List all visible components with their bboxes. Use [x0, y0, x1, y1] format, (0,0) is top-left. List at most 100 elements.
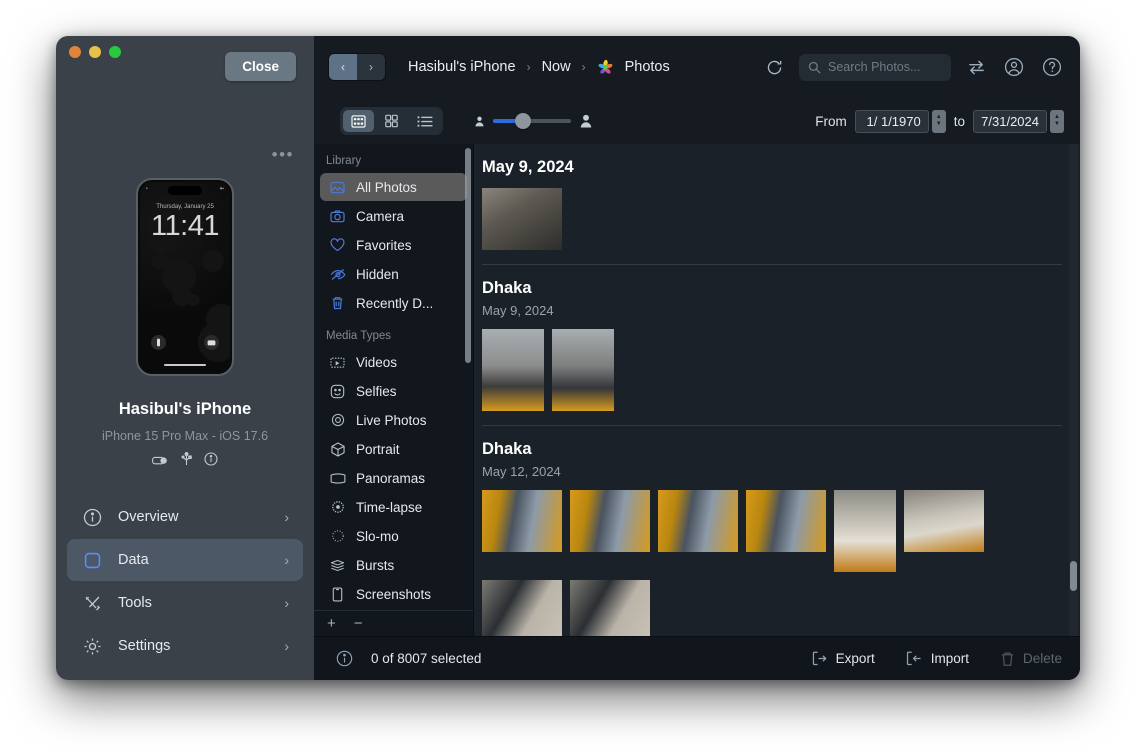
screenshot-stage: Close ••• • ▾▪ Thursday, January 25 11:4… — [0, 0, 1136, 752]
remove-album-button[interactable]: − — [354, 616, 363, 631]
photo-thumb[interactable] — [746, 490, 826, 552]
grid-compact-view-button[interactable] — [343, 110, 374, 132]
stepper-down-icon[interactable]: ▼ — [936, 121, 942, 127]
search-input[interactable] — [828, 60, 942, 74]
live-photo-icon — [328, 413, 347, 427]
sidebar-item-panoramas[interactable]: Panoramas — [320, 464, 467, 492]
photo-group-thumbs — [482, 177, 1062, 264]
close-window-button[interactable] — [69, 46, 81, 58]
sidebar-item-camera[interactable]: Camera — [320, 202, 467, 230]
info-icon[interactable] — [204, 452, 218, 471]
sidebar-item-label: All Photos — [356, 179, 417, 195]
square-icon — [81, 551, 103, 570]
back-button[interactable]: ‹ — [329, 54, 357, 80]
export-button[interactable]: Export — [811, 650, 875, 667]
video-icon — [328, 356, 347, 369]
photo-thumb[interactable] — [552, 329, 614, 411]
sidebar-item-live-photos[interactable]: Live Photos — [320, 406, 467, 434]
thumbnail-size-slider[interactable] — [493, 113, 571, 129]
camera-icon — [204, 335, 219, 350]
from-date-value[interactable]: 1/ 1/1970 — [854, 109, 929, 133]
photo-group: May 9, 2024 — [482, 144, 1080, 264]
stepper-up-icon[interactable]: ▲ — [1054, 114, 1060, 120]
list-view-button[interactable] — [409, 110, 440, 132]
sidebar-item-timelapse[interactable]: Time-lapse — [320, 493, 467, 521]
to-date-stepper[interactable]: ▲ ▼ — [1050, 109, 1064, 133]
sidebar-item-bursts[interactable]: Bursts — [320, 551, 467, 579]
photo-thumb[interactable] — [658, 490, 738, 552]
library-section-header: Media Types — [326, 330, 391, 342]
sidebar-item-hidden[interactable]: Hidden — [320, 260, 467, 288]
sidebar-item-recently-deleted[interactable]: Recently D... — [320, 289, 467, 317]
photo-thumb[interactable] — [904, 490, 984, 552]
sidebar-item-label: Time-lapse — [356, 499, 423, 515]
photo-thumb[interactable] — [482, 188, 562, 250]
sidebar-item-portrait[interactable]: Portrait — [320, 435, 467, 463]
more-options-button[interactable]: ••• — [272, 146, 294, 163]
stepper-down-icon[interactable]: ▼ — [1054, 121, 1060, 127]
photo-thumb[interactable] — [482, 329, 544, 411]
add-album-button[interactable]: + — [327, 616, 336, 631]
library-scroll-area: Library All Photos Camera Favorites Hidd… — [314, 144, 473, 610]
photo-grid[interactable]: May 9, 2024 Dhaka May 9, 2024 Dhaka May … — [474, 144, 1080, 636]
sidebar-item-selfies[interactable]: Selfies — [320, 377, 467, 405]
library-scrollbar[interactable] — [465, 148, 471, 363]
breadcrumb-item-device[interactable]: Hasibul's iPhone — [408, 59, 516, 75]
close-button[interactable]: Close — [225, 52, 296, 81]
sidebar-item-label: Settings — [118, 638, 171, 654]
photo-thumb[interactable] — [570, 580, 650, 636]
panorama-icon — [328, 472, 347, 484]
sidebar-item-settings[interactable]: Settings › — [67, 625, 303, 667]
transfer-icon[interactable] — [963, 54, 989, 80]
chevron-right-icon: › — [284, 595, 289, 611]
to-date-value[interactable]: 7/31/2024 — [973, 109, 1047, 133]
battery-icon — [152, 453, 169, 471]
sidebar-item-favorites[interactable]: Favorites — [320, 231, 467, 259]
stepper-up-icon[interactable]: ▲ — [936, 114, 942, 120]
sidebar-item-label: Portrait — [356, 441, 400, 457]
photo-thumb[interactable] — [482, 580, 562, 636]
search-field[interactable] — [799, 53, 951, 81]
forward-button[interactable]: › — [357, 54, 385, 80]
flashlight-icon — [151, 335, 166, 350]
info-icon[interactable] — [336, 650, 353, 667]
delete-button: Delete — [1000, 651, 1062, 667]
chevron-right-icon: › — [284, 509, 289, 525]
device-model: iPhone 15 Pro Max - iOS 17.6 — [101, 429, 269, 443]
sidebar-item-data[interactable]: Data › — [67, 539, 303, 581]
breadcrumb-item-now[interactable]: Now — [542, 59, 571, 75]
from-date-field[interactable]: 1/ 1/1970 ▲ ▼ — [854, 109, 946, 133]
sidebar-item-tools[interactable]: Tools › — [67, 582, 303, 624]
sidebar-item-label: Data — [118, 552, 149, 568]
sidebar-item-all-photos[interactable]: All Photos — [320, 173, 467, 201]
usb-icon — [181, 452, 192, 471]
help-icon[interactable] — [1039, 54, 1065, 80]
device-preview: • ▾▪ Thursday, January 25 11:41 — [136, 178, 234, 376]
photo-thumb[interactable] — [482, 490, 562, 552]
photo-thumb[interactable] — [570, 490, 650, 552]
device-status-bar: • ▾▪ — [146, 186, 224, 192]
sidebar-item-overview[interactable]: Overview › — [67, 496, 303, 538]
photo-group: Dhaka May 9, 2024 — [482, 265, 1080, 425]
minimize-window-button[interactable] — [89, 46, 101, 58]
grid-large-view-button[interactable] — [376, 110, 407, 132]
from-date-stepper[interactable]: ▲ ▼ — [931, 109, 946, 133]
sidebar-item-screenshots[interactable]: Screenshots — [320, 580, 467, 608]
slider-knob[interactable] — [514, 113, 531, 129]
photo-scrollbar-thumb[interactable] — [1070, 561, 1077, 591]
sidebar-item-label: Overview — [118, 509, 179, 525]
import-button[interactable]: Import — [906, 650, 969, 667]
maximize-window-button[interactable] — [109, 46, 121, 58]
account-icon[interactable] — [1001, 54, 1027, 80]
to-date-field[interactable]: 7/31/2024 ▲ ▼ — [973, 109, 1064, 133]
breadcrumb-item-photos[interactable]: Photos — [625, 59, 670, 75]
import-icon — [906, 650, 923, 667]
refresh-icon[interactable] — [761, 54, 787, 80]
eye-slash-icon — [328, 268, 347, 281]
sidebar-item-videos[interactable]: Videos — [320, 348, 467, 376]
sidebar-item-slomo[interactable]: Slo-mo — [320, 522, 467, 550]
photo-thumb[interactable] — [834, 490, 896, 572]
library-footer-actions: + − — [314, 610, 473, 636]
photos-icon — [328, 181, 347, 194]
sidebar-item-label: Hidden — [356, 266, 399, 282]
